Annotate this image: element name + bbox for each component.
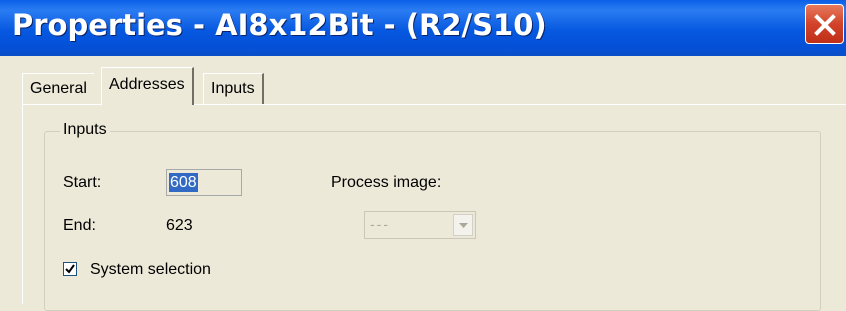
tab-general[interactable]: General [22, 73, 94, 105]
title-bar[interactable]: Properties - AI8x12Bit - (R2/S10) [0, 0, 846, 56]
tab-addresses[interactable]: Addresses [101, 67, 194, 105]
start-input[interactable]: 608 [166, 169, 242, 196]
system-selection-label: System selection [90, 261, 211, 278]
process-image-select[interactable]: --- [364, 211, 476, 239]
process-image-value: --- [370, 216, 390, 232]
start-label: Start: [63, 174, 102, 191]
tab-inputs[interactable]: Inputs [203, 73, 264, 105]
inputs-group-label: Inputs [60, 121, 110, 139]
process-image-dropdown-button[interactable] [453, 214, 473, 236]
chevron-down-icon [459, 223, 468, 228]
start-value: 608 [169, 173, 198, 192]
close-button[interactable] [805, 4, 844, 44]
close-icon [814, 14, 836, 36]
process-image-label: Process image: [331, 174, 442, 191]
checkmark-icon [65, 264, 75, 274]
end-value: 623 [166, 217, 193, 234]
window-title: Properties - AI8x12Bit - (R2/S10) [12, 8, 547, 42]
system-selection-checkbox[interactable] [63, 262, 77, 276]
end-label: End: [63, 217, 96, 234]
tab-strip: General Addresses Inputs [0, 56, 846, 106]
